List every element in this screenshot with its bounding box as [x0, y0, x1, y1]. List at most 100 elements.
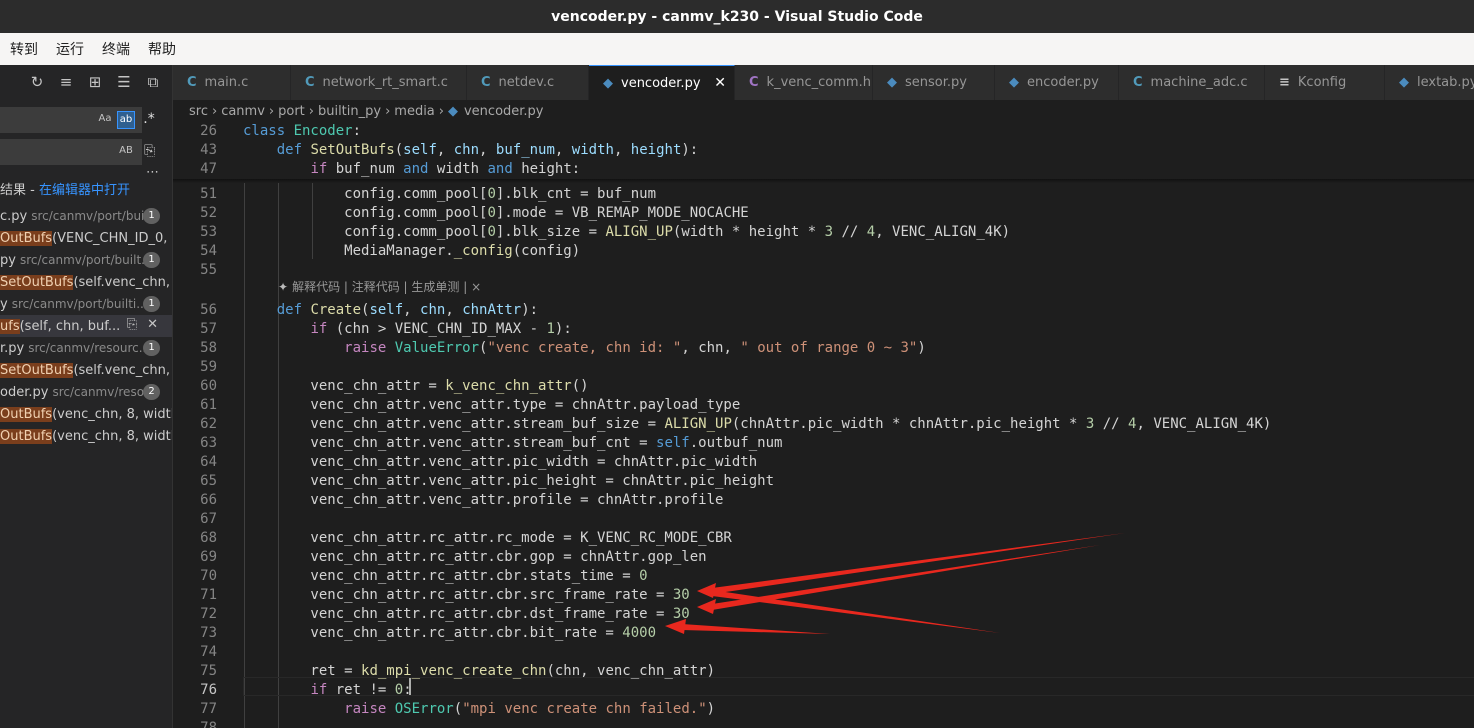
code-line[interactable]: 75 ret = kd_mpi_venc_create_chn(chn, ven…: [173, 662, 1474, 681]
result-file-row[interactable]: y src/canmv/port/builti... 1: [0, 293, 172, 315]
result-match-row[interactable]: OutBufs (VENC_CHN_ID_0, ...: [0, 227, 172, 249]
code-line[interactable]: 61 venc_chn_attr.venc_attr.type = chnAtt…: [173, 396, 1474, 415]
view-as-tree-icon[interactable]: ☰: [115, 73, 133, 91]
search-input-box[interactable]: Aa ab .*: [0, 107, 155, 133]
tab-lextab-py[interactable]: ◆ lextab.py: [1385, 65, 1474, 100]
code-line[interactable]: 77 raise OSError("mpi venc create chn fa…: [173, 700, 1474, 719]
code-line[interactable]: 74: [173, 643, 1474, 662]
result-file-row[interactable]: r.py src/canmv/resourc... 1: [0, 337, 172, 359]
code-line[interactable]: 62 venc_chn_attr.venc_attr.stream_buf_si…: [173, 415, 1474, 434]
search-sidebar: ↻ ≡ ⊞ ☰ ⧉ Aa ab .* AB ⎘ ⋯ 结果 - 在编辑器中打开 c…: [0, 65, 173, 728]
tab-vencoder-py[interactable]: ◆ vencoder.py ✕: [589, 65, 735, 100]
code-line[interactable]: 70 venc_chn_attr.rc_attr.cbr.stats_time …: [173, 567, 1474, 586]
collapse-all-icon[interactable]: ⧉: [144, 73, 162, 91]
code-line[interactable]: 76 if ret != 0:: [173, 681, 1474, 700]
code-line[interactable]: 69 venc_chn_attr.rc_attr.cbr.gop = chnAt…: [173, 548, 1474, 567]
preserve-case-toggle[interactable]: AB: [117, 143, 135, 159]
replace-all-icon[interactable]: ⎘: [144, 143, 155, 159]
code-line[interactable]: 51 config.comm_pool[0].blk_cnt = buf_num: [173, 185, 1474, 204]
new-search-editor-icon[interactable]: ⊞: [86, 73, 104, 91]
code-line[interactable]: 59: [173, 358, 1474, 377]
sticky-scroll-line[interactable]: 26 class Encoder:: [173, 122, 1474, 141]
code-line[interactable]: 63 venc_chn_attr.venc_attr.stream_buf_cn…: [173, 434, 1474, 453]
replace-input[interactable]: [1, 140, 95, 164]
code-token: ALIGN_UP: [605, 224, 673, 240]
breadcrumb-item[interactable]: builtin_py: [318, 104, 381, 119]
result-match-row[interactable]: ufs (self, chn, buf... ⎘ ✕: [0, 315, 172, 337]
code-line[interactable]: 52 config.comm_pool[0].mode = VB_REMAP_M…: [173, 204, 1474, 223]
line-number: 58: [200, 340, 217, 356]
breadcrumb-item[interactable]: src: [189, 104, 208, 119]
code-line[interactable]: 54 MediaManager._config(config): [173, 242, 1474, 261]
tab-encoder-py[interactable]: ◆ encoder.py: [995, 65, 1119, 100]
tab-kconfig[interactable]: ≡ Kconfig: [1265, 65, 1385, 100]
code-lens-actions[interactable]: 解释代码 | 注释代码 | 生成单测 | ×: [292, 280, 481, 294]
match-count-badge: 1: [143, 252, 160, 268]
code-line[interactable]: 58 raise ValueError("venc create, chn id…: [173, 339, 1474, 358]
result-match-row[interactable]: SetOutBufs(self.venc_chn, ...: [0, 271, 172, 293]
code-lens[interactable]: ✦ 解释代码 | 注释代码 | 生成单测 | ×: [278, 278, 481, 296]
dismiss-icon[interactable]: ✕: [147, 317, 158, 332]
breadcrumb-item[interactable]: port: [278, 104, 305, 119]
result-match-row[interactable]: OutBufs(venc_chn, 8, width,...: [0, 425, 172, 447]
replace-input-box[interactable]: AB: [0, 139, 142, 165]
line-number: 70: [200, 568, 217, 584]
tab-main-c[interactable]: Cmain.c: [173, 65, 291, 100]
open-in-editor-link[interactable]: 在编辑器中打开: [39, 183, 130, 198]
tab-netdev-c[interactable]: Cnetdev.c: [467, 65, 589, 100]
code-line[interactable]: 68 venc_chn_attr.rc_attr.rc_mode = K_VEN…: [173, 529, 1474, 548]
match-highlight: SetOutBufs: [0, 274, 74, 290]
breadcrumb-item[interactable]: vencoder.py: [464, 104, 544, 119]
code-line[interactable]: 57 if (chn > VENC_CHN_ID_MAX - 1):: [173, 320, 1474, 339]
code-line[interactable]: 73 venc_chn_attr.rc_attr.cbr.bit_rate = …: [173, 624, 1474, 643]
code-line[interactable]: 67: [173, 510, 1474, 529]
tab-network-rt-smart-c[interactable]: Cnetwork_rt_smart.c: [291, 65, 467, 100]
result-match-row[interactable]: SetOutBufs(self.venc_chn, ...: [0, 359, 172, 381]
match-case-toggle[interactable]: Aa: [97, 111, 113, 127]
result-file-path: src/canmv/resourc...: [28, 341, 151, 355]
result-file-row[interactable]: c.py src/canmv/port/bui... 1: [0, 205, 172, 227]
tab-machine-adc-c[interactable]: Cmachine_adc.c: [1119, 65, 1265, 100]
refresh-icon[interactable]: ↻: [28, 73, 46, 91]
code-line[interactable]: 72 venc_chn_attr.rc_attr.cbr.dst_frame_r…: [173, 605, 1474, 624]
breadcrumb-item[interactable]: canmv: [221, 104, 265, 119]
breadcrumb-item[interactable]: media: [394, 104, 435, 119]
whole-word-toggle[interactable]: ab: [117, 111, 135, 129]
close-icon[interactable]: ✕: [714, 75, 726, 91]
code-text: ret = kd_mpi_venc_create_chn(chn, venc_c…: [243, 662, 715, 681]
menu-item[interactable]: 帮助: [138, 39, 176, 59]
menu-item[interactable]: 运行: [46, 39, 84, 59]
code-token: venc_chn_attr.venc_attr.type = chnAttr.p…: [243, 397, 741, 413]
sticky-scroll-line[interactable]: 43 def SetOutBufs(self, chn, buf_num, wi…: [173, 141, 1474, 160]
code-token: "mpi venc create chn failed.": [462, 701, 707, 717]
result-file-row[interactable]: oder.py src/canmv/reso... 2: [0, 381, 172, 403]
code-token: venc_chn_attr.rc_attr.cbr.dst_frame_rate…: [243, 606, 673, 622]
menu-item[interactable]: 转到: [0, 39, 38, 59]
chevron-right-icon: ›: [438, 103, 444, 119]
code-line[interactable]: 78: [173, 719, 1474, 728]
more-actions-icon[interactable]: ⋯: [146, 165, 159, 180]
code-editor[interactable]: ✦ 解释代码 | 注释代码 | 生成单测 | × 26 class Encoder:…: [173, 122, 1474, 728]
breadcrumb: src › canmv › port › builtin_py › media › ◆ vencode…: [173, 100, 1474, 122]
code-token: k_venc_chn_attr: [445, 378, 572, 394]
tab-k-venc-comm-h[interactable]: Ck_venc_comm.h: [735, 65, 873, 100]
code-line[interactable]: 64 venc_chn_attr.venc_attr.pic_width = c…: [173, 453, 1474, 472]
code-line[interactable]: 56 def Create(self, chn, chnAttr):: [173, 301, 1474, 320]
code-line[interactable]: 65 venc_chn_attr.venc_attr.pic_height = …: [173, 472, 1474, 491]
code-line[interactable]: 53 config.comm_pool[0].blk_size = ALIGN_…: [173, 223, 1474, 242]
result-match-row[interactable]: OutBufs(venc_chn, 8, width,...: [0, 403, 172, 425]
code-line[interactable]: 66 venc_chn_attr.venc_attr.profile = chn…: [173, 491, 1474, 510]
code-line[interactable]: 71 venc_chn_attr.rc_attr.cbr.src_frame_r…: [173, 586, 1474, 605]
clear-results-icon[interactable]: ≡: [57, 73, 75, 91]
menu-item[interactable]: 终端: [92, 39, 130, 59]
code-line[interactable]: 60 venc_chn_attr = k_venc_chn_attr(): [173, 377, 1474, 396]
search-input[interactable]: [1, 108, 95, 132]
sticky-scroll-line[interactable]: 47 if buf_num and width and height:: [173, 160, 1474, 179]
replace-icon[interactable]: ⎘: [127, 317, 137, 332]
regex-toggle[interactable]: .*: [141, 111, 157, 127]
tab-sensor-py[interactable]: ◆ sensor.py: [873, 65, 995, 100]
code-line[interactable]: 55: [173, 261, 1474, 280]
result-file-row[interactable]: py src/canmv/port/built... 1: [0, 249, 172, 271]
code-token: venc_chn_attr.venc_attr.profile = chnAtt…: [243, 492, 724, 508]
